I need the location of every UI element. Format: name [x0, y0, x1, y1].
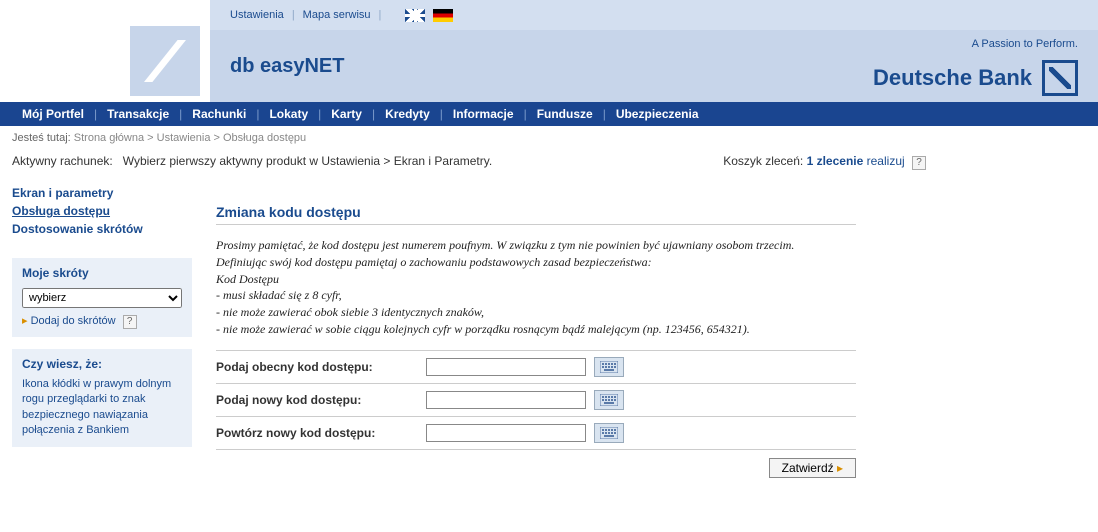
shortcuts-select[interactable]: wybierz [22, 288, 182, 308]
page-title: Zmiana kodu dostępu [216, 204, 856, 225]
active-account-value: Wybierz pierwszy aktywny produkt w Ustaw… [123, 154, 492, 168]
lang-de-icon[interactable] [433, 9, 453, 22]
sidebar-item[interactable]: Obsługa dostępu [12, 202, 192, 220]
bank-name: Deutsche Bank [873, 65, 1032, 91]
tip-title: Czy wiesz, że: [22, 357, 182, 371]
main-nav: Mój Portfel|Transakcje|Rachunki|Lokaty|K… [0, 102, 1098, 126]
lang-en-icon[interactable] [405, 9, 425, 22]
repeat-code-label: Powtórz nowy kod dostępu: [216, 426, 426, 440]
brand-tagline: A Passion to Perform. [873, 38, 1078, 50]
current-code-label: Podaj obecny kod dostępu: [216, 360, 426, 374]
breadcrumb-item[interactable]: Strona główna [74, 132, 144, 144]
settings-link[interactable]: Ustawienia [230, 9, 284, 21]
bank-logo-icon [1042, 60, 1078, 96]
new-code-label: Podaj nowy kod dostępu: [216, 393, 426, 407]
virtual-keyboard-icon[interactable] [594, 423, 624, 443]
tip-box: Czy wiesz, że: Ikona kłódki w prawym dol… [12, 349, 192, 447]
settings-subnav: Ekran i parametryObsługa dostępuDostosow… [12, 184, 192, 238]
nav-item[interactable]: Mój Portfel [12, 107, 94, 121]
breadcrumb: Jesteś tutaj: Strona główna > Ustawienia… [0, 126, 1098, 150]
nav-item[interactable]: Fundusze [527, 107, 603, 121]
nav-item[interactable]: Kredyty [375, 107, 440, 121]
breadcrumb-item[interactable]: Ustawienia [157, 132, 211, 144]
add-shortcut-link[interactable]: Dodaj do skrótów ? [22, 314, 137, 329]
sitemap-link[interactable]: Mapa serwisu [303, 9, 371, 21]
nav-item[interactable]: Lokaty [259, 107, 318, 121]
nav-item[interactable]: Transakcje [97, 107, 179, 121]
repeat-code-input[interactable] [426, 424, 586, 442]
breadcrumb-item[interactable]: Obsługa dostępu [223, 132, 306, 144]
submit-button[interactable]: Zatwierdź [769, 458, 856, 478]
active-account-label: Aktywny rachunek: [12, 154, 113, 168]
nav-item[interactable]: Karty [321, 107, 372, 121]
help-icon[interactable]: ? [912, 156, 926, 170]
nav-item[interactable]: Informacje [443, 107, 524, 121]
nav-item[interactable]: Rachunki [182, 107, 256, 121]
virtual-keyboard-icon[interactable] [594, 357, 624, 377]
help-icon[interactable]: ? [123, 315, 137, 329]
cart-count-link[interactable]: 1 zlecenie [807, 154, 864, 168]
sidebar-item[interactable]: Dostosowanie skrótów [12, 220, 192, 238]
virtual-keyboard-icon[interactable] [594, 390, 624, 410]
cart-label: Koszyk zleceń: [723, 154, 803, 168]
shortcuts-box: Moje skróty wybierz Dodaj do skrótów ? [12, 258, 192, 337]
product-name: db easyNET [230, 55, 344, 78]
tip-body: Ikona kłódki w prawym dolnym rogu przegl… [22, 377, 182, 439]
current-code-input[interactable] [426, 358, 586, 376]
instructions: Prosimy pamiętać, że kod dostępu jest nu… [216, 231, 856, 351]
new-code-input[interactable] [426, 391, 586, 409]
app-logo [0, 0, 210, 102]
nav-item[interactable]: Ubezpieczenia [606, 107, 709, 121]
shortcuts-title: Moje skróty [22, 266, 182, 280]
sidebar-item[interactable]: Ekran i parametry [12, 184, 192, 202]
cart-execute-link[interactable]: realizuj [867, 154, 905, 168]
